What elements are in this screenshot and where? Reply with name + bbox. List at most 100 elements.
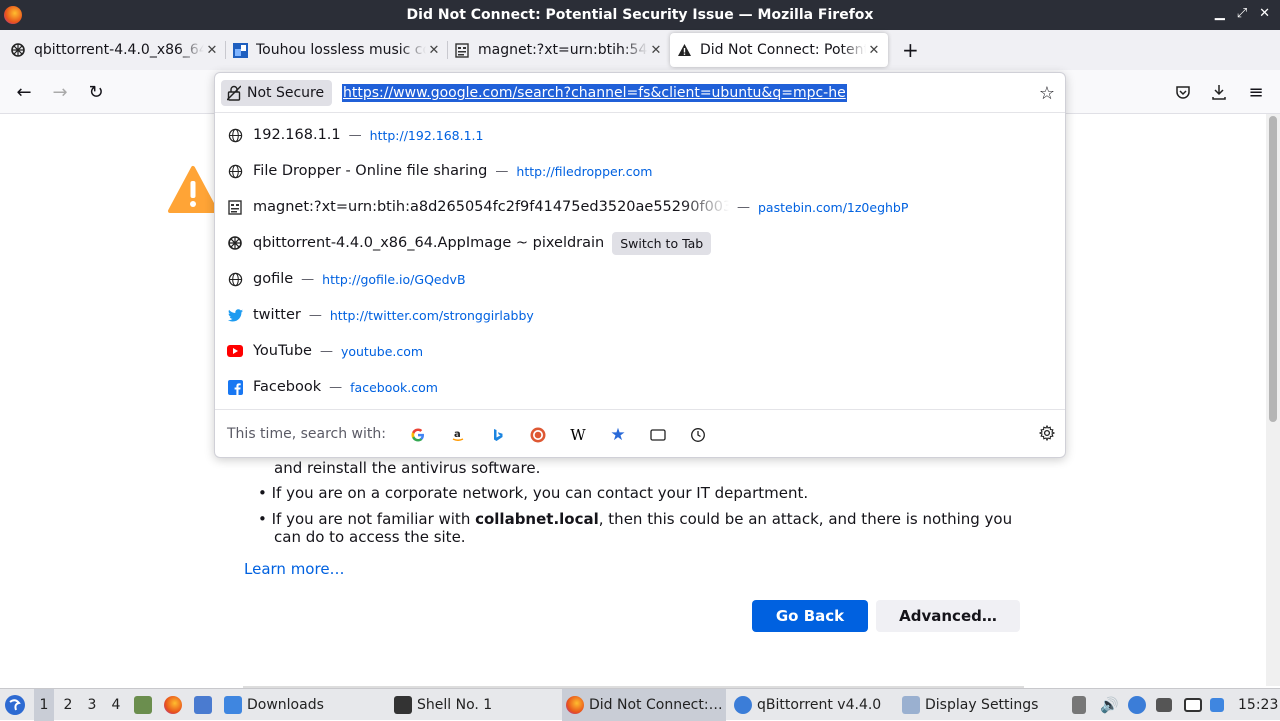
taskbar-label: qBittorrent v4.4.0 (757, 697, 882, 713)
qbittorrent-icon (734, 696, 752, 714)
result-url: http://192.168.1.1 (369, 127, 484, 143)
tab-close-icon[interactable]: ✕ (426, 43, 442, 58)
taskbar-display-settings[interactable]: Display Settings (902, 689, 1052, 721)
terminal-icon (394, 696, 412, 714)
separator: — (495, 163, 509, 179)
scrollbar[interactable] (1266, 114, 1280, 686)
screen-tray-icon[interactable] (1184, 689, 1207, 721)
window-title: Did Not Connect: Potential Security Issu… (406, 7, 874, 23)
firefox-launcher-icon[interactable] (164, 689, 187, 721)
taskbar-label: Display Settings (925, 697, 1039, 713)
result-facebook[interactable]: Facebook — facebook.com (215, 369, 1065, 405)
result-192[interactable]: 192.168.1.1 — http://192.168.1.1 (215, 117, 1065, 153)
bullet-text-continued: can do to access the site. (274, 528, 466, 546)
tab-label: Did Not Connect: Potential (700, 42, 866, 58)
tab-strip: qbittorrent-4.4.0_x86_64 ✕ Touhou lossle… (0, 30, 1280, 70)
result-magnet[interactable]: magnet:?xt=urn:btih:a8d265054fc2f9f41475… (215, 189, 1065, 225)
window-controls: ▁ ⤢ ✕ (1215, 6, 1270, 21)
pocket-icon[interactable] (1171, 80, 1195, 104)
result-title: twitter (253, 307, 301, 323)
taskbar-downloads[interactable]: Downloads (224, 689, 384, 721)
tab-close-icon[interactable]: ✕ (866, 43, 882, 58)
pixeldrain-icon (10, 42, 26, 58)
result-pixeldrain[interactable]: qbittorrent-4.4.0_x86_64.AppImage ~ pixe… (215, 225, 1065, 261)
tab-magnet[interactable]: magnet:?xt=urn:btih:54a ✕ (448, 33, 670, 67)
firefox-icon (4, 6, 22, 24)
history-icon[interactable] (689, 426, 707, 444)
twitter-icon (227, 307, 243, 323)
amazon-icon[interactable]: a (449, 426, 467, 444)
url-input[interactable]: https://www.google.com/search?channel=fs… (342, 84, 847, 102)
wikipedia-icon[interactable]: W (569, 426, 587, 444)
result-url: http://gofile.io/GQedvB (322, 271, 466, 287)
workspace-2[interactable]: 2 (58, 689, 78, 721)
urlbar[interactable]: Not Secure https://www.google.com/search… (215, 73, 1065, 113)
separator: — (737, 199, 750, 215)
reload-icon[interactable]: ↻ (84, 80, 108, 104)
result-url: http://filedropper.com (516, 163, 653, 179)
result-title: magnet:?xt=urn:btih:a8d265054fc2f9f41475… (253, 199, 729, 215)
search-settings-gear-icon[interactable] (1038, 424, 1056, 445)
scrollbar-thumb[interactable] (1269, 116, 1277, 422)
go-back-button[interactable]: Go Back (752, 600, 868, 632)
start-menu-icon[interactable] (4, 689, 26, 721)
result-gofile[interactable]: gofile — http://gofile.io/GQedvB (215, 261, 1065, 297)
desktop-launcher-icon[interactable] (194, 689, 217, 721)
result-title: gofile (253, 271, 294, 287)
menu-icon[interactable]: ≡ (1244, 80, 1268, 104)
result-youtube[interactable]: YouTube — youtube.com (215, 333, 1065, 369)
one-off-label: This time, search with: (227, 425, 386, 442)
workspace-1[interactable]: 1 (34, 689, 54, 721)
network-tray-icon[interactable] (1156, 689, 1177, 721)
tabs-icon[interactable] (649, 426, 667, 444)
result-url: pastebin.com/1z0eghbP (758, 199, 909, 215)
minimize-icon[interactable]: ▁ (1215, 6, 1225, 21)
result-filedropper[interactable]: File Dropper - Online file sharing — htt… (215, 153, 1065, 189)
firefox-icon (566, 696, 584, 714)
workspace-3[interactable]: 3 (82, 689, 102, 721)
switch-to-tab-button[interactable]: Switch to Tab (612, 231, 712, 255)
back-icon[interactable]: ← (12, 80, 36, 104)
result-twitter[interactable]: twitter — http://twitter.com/stronggirla… (215, 297, 1065, 333)
maximize-icon[interactable]: ⤢ (1237, 6, 1247, 21)
tab-qbittorrent[interactable]: qbittorrent-4.4.0_x86_64 ✕ (4, 33, 226, 67)
new-tab-icon[interactable]: + (902, 38, 919, 62)
qbittorrent-tray-icon[interactable] (1128, 689, 1151, 721)
folder-icon (224, 696, 242, 714)
forward-icon[interactable]: → (48, 80, 72, 104)
taskbar-firefox[interactable]: Did Not Connect:… (562, 689, 726, 721)
duckduckgo-icon[interactable] (529, 426, 547, 444)
clock[interactable]: 15:23 (1238, 689, 1278, 721)
taskbar-shell[interactable]: Shell No. 1 (394, 689, 554, 721)
workspace-4[interactable]: 4 (106, 689, 126, 721)
bookmark-star-icon[interactable]: ☆ (1039, 83, 1055, 104)
separator: — (348, 127, 362, 143)
svg-text:a: a (454, 429, 461, 440)
tab-touhou[interactable]: Touhou lossless music co ✕ (226, 33, 448, 67)
touhou-site-icon (232, 42, 248, 58)
bullet-text: If you are not familiar with (271, 510, 476, 528)
one-off-search-bar: This time, search with: (215, 409, 1065, 457)
file-manager-launcher-icon[interactable] (134, 689, 157, 721)
bookmarks-icon[interactable]: ★ (609, 425, 627, 445)
close-icon[interactable]: ✕ (1259, 6, 1270, 21)
pastebin-icon (227, 199, 243, 215)
result-title: 192.168.1.1 (253, 127, 341, 143)
bing-icon[interactable] (489, 426, 507, 444)
bullet-text: If you are on a corporate network, you c… (271, 484, 809, 502)
tab-did-not-connect[interactable]: Did Not Connect: Potential ✕ (670, 33, 888, 67)
google-icon[interactable] (409, 426, 427, 444)
taskbar-qbittorrent[interactable]: qBittorrent v4.4.0 (734, 689, 894, 721)
pastebin-icon (454, 42, 470, 58)
tab-close-icon[interactable]: ✕ (204, 43, 220, 58)
clipboard-tray-icon[interactable] (1072, 689, 1091, 721)
update-tray-icon[interactable] (1210, 689, 1229, 721)
learn-more-link[interactable]: Learn more… (244, 560, 345, 578)
tab-close-icon[interactable]: ✕ (648, 43, 664, 58)
separator: — (308, 307, 322, 323)
security-label: Not Secure (247, 85, 325, 101)
downloads-icon[interactable] (1207, 80, 1231, 104)
advanced-button[interactable]: Advanced… (876, 600, 1020, 632)
volume-tray-icon[interactable]: 🔊 (1100, 689, 1119, 721)
not-secure-badge[interactable]: Not Secure (221, 80, 333, 106)
